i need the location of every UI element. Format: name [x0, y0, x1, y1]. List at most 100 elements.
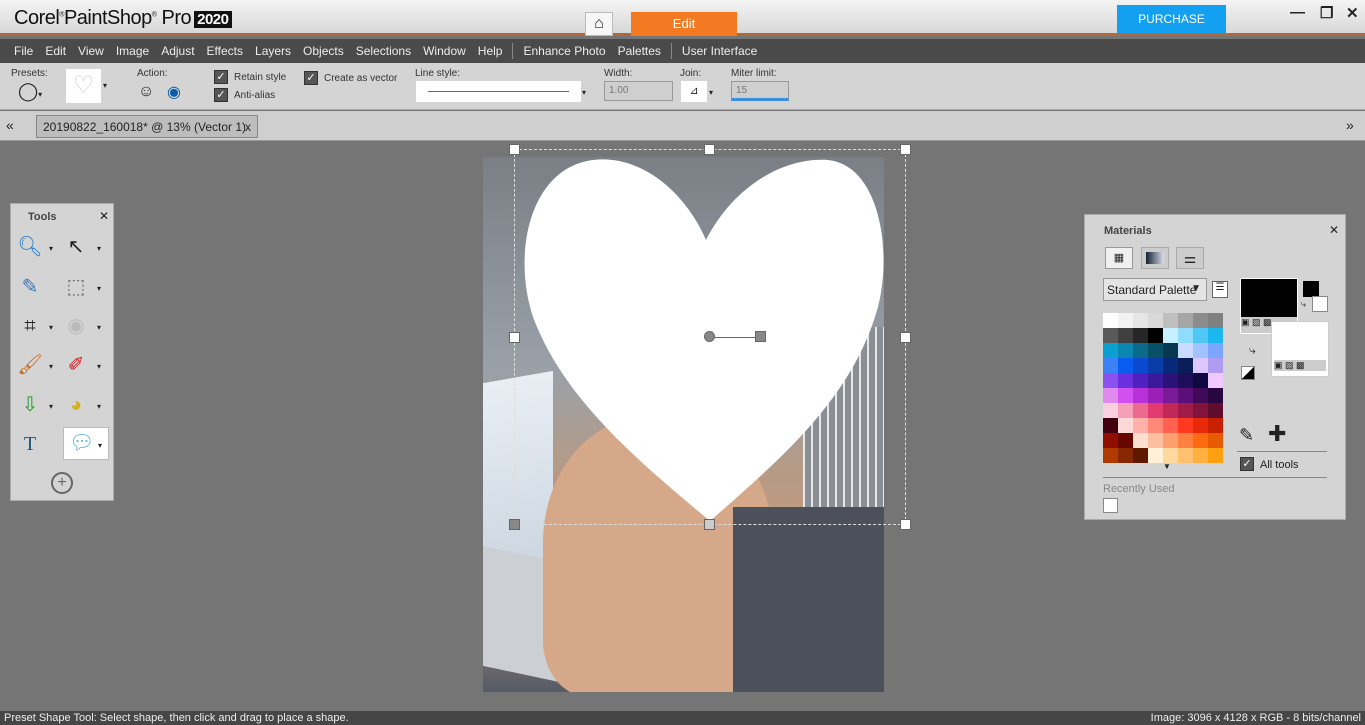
palette-swatch[interactable] — [1208, 343, 1223, 358]
palette-swatch[interactable] — [1148, 328, 1163, 343]
palette-swatch[interactable] — [1148, 388, 1163, 403]
palette-swatch[interactable] — [1103, 448, 1118, 463]
retain-style-checkbox[interactable]: ✓ — [214, 70, 228, 84]
anti-alias-checkbox[interactable]: ✓ — [214, 88, 228, 102]
palette-swatch[interactable] — [1133, 448, 1148, 463]
menu-file[interactable]: File — [14, 44, 33, 58]
palette-swatch[interactable] — [1118, 328, 1133, 343]
palette-scroll-down-icon[interactable]: ▼ — [1163, 462, 1171, 471]
palette-swatch[interactable] — [1178, 343, 1193, 358]
flood-fill-tool-icon[interactable]: ◕ — [63, 392, 89, 418]
palette-swatch[interactable] — [1118, 388, 1133, 403]
create-as-vector-checkbox[interactable]: ✓ — [304, 71, 318, 85]
purchase-button[interactable]: PURCHASE — [1117, 5, 1226, 33]
palette-swatch[interactable] — [1178, 373, 1193, 388]
palette-swatch[interactable] — [1103, 433, 1118, 448]
palette-swatch[interactable] — [1208, 328, 1223, 343]
palette-swatch[interactable] — [1208, 313, 1223, 328]
current-background-color[interactable] — [1312, 296, 1328, 312]
current-foreground-color[interactable] — [1303, 281, 1319, 297]
palette-swatch[interactable] — [1193, 343, 1208, 358]
paint-brush-tool-icon[interactable]: 🖌︎ — [17, 352, 43, 378]
clone-brush-tool-icon[interactable]: ⇩ — [17, 392, 43, 418]
palette-swatch[interactable] — [1163, 343, 1178, 358]
crop-tool-icon[interactable]: ⌗ — [17, 313, 43, 339]
palette-swatch[interactable] — [1193, 373, 1208, 388]
palette-swatch[interactable] — [1148, 358, 1163, 373]
eye-icon[interactable]: ◉ — [167, 82, 181, 102]
menu-help[interactable]: Help — [478, 44, 503, 58]
resize-handle[interactable] — [900, 144, 911, 155]
palette-swatch[interactable] — [1193, 358, 1208, 373]
width-stepper[interactable]: 1.00 — [604, 81, 673, 101]
palette-tab-icon[interactable]: ▦ — [1105, 247, 1133, 269]
dropdown-icon[interactable]: ▾ — [49, 244, 53, 253]
line-style-dropdown-icon[interactable]: ▾ — [582, 88, 586, 97]
palette-swatch[interactable] — [1133, 373, 1148, 388]
palette-swatch[interactable] — [1133, 358, 1148, 373]
palette-swatch[interactable] — [1148, 313, 1163, 328]
zoom-tool-icon[interactable]: 🔍︎ — [17, 234, 43, 260]
palette-swatch[interactable] — [1178, 313, 1193, 328]
palette-swatch[interactable] — [1103, 388, 1118, 403]
eyedropper-icon[interactable]: ✎ — [1239, 425, 1254, 446]
text-tool-icon[interactable]: T — [17, 431, 43, 457]
dropdown-icon[interactable]: ▾ — [49, 323, 53, 332]
menu-window[interactable]: Window — [423, 44, 466, 58]
palette-swatch[interactable] — [1148, 448, 1163, 463]
palette-swatch[interactable] — [1103, 343, 1118, 358]
palette-swatch[interactable] — [1193, 403, 1208, 418]
palette-swatch[interactable] — [1178, 328, 1193, 343]
background-color-swatch[interactable]: ▣ ▨ ▩ — [1271, 321, 1329, 377]
preset-shape-icon[interactable]: ◯▾ — [18, 81, 42, 102]
join-select[interactable]: ⊿ — [681, 81, 707, 102]
join-dropdown-icon[interactable]: ▾ — [709, 88, 713, 97]
palette-swatch[interactable] — [1148, 418, 1163, 433]
palette-swatch[interactable] — [1178, 418, 1193, 433]
resize-handle[interactable] — [509, 144, 520, 155]
red-eye-tool-icon[interactable]: ◉ — [63, 313, 89, 339]
shape-dropdown-icon[interactable]: ▾ — [103, 81, 107, 90]
palette-swatch[interactable] — [1118, 433, 1133, 448]
palette-swatch[interactable] — [1163, 373, 1178, 388]
palette-menu-icon[interactable]: ☰ — [1212, 281, 1228, 298]
resize-handle[interactable] — [900, 519, 911, 530]
menu-palettes[interactable]: Palettes — [618, 44, 661, 58]
palette-swatch[interactable] — [1118, 358, 1133, 373]
palette-swatch[interactable] — [1163, 388, 1178, 403]
palette-swatch[interactable] — [1118, 373, 1133, 388]
palette-swatch[interactable] — [1118, 343, 1133, 358]
palette-swatch[interactable] — [1208, 403, 1223, 418]
gradient-tab-icon[interactable] — [1141, 247, 1169, 269]
preset-shape-tool-button[interactable]: 💬︎ ▾ — [63, 427, 109, 460]
palette-swatch[interactable] — [1133, 433, 1148, 448]
menu-layers[interactable]: Layers — [255, 44, 291, 58]
palette-swatch[interactable] — [1148, 343, 1163, 358]
recent-color-swatch[interactable] — [1103, 498, 1118, 513]
reset-colors-icon[interactable] — [1241, 366, 1255, 380]
palette-swatch[interactable] — [1103, 373, 1118, 388]
palette-swatch[interactable] — [1178, 388, 1193, 403]
apply-mask-icon[interactable]: ☺ — [138, 83, 154, 101]
eraser-tool-icon[interactable]: ✐ — [63, 352, 89, 378]
dropdown-icon[interactable]: ▾ — [97, 362, 101, 371]
palette-swatch[interactable] — [1133, 343, 1148, 358]
palette-swatch[interactable] — [1193, 448, 1208, 463]
palette-swatch[interactable] — [1118, 448, 1133, 463]
menu-objects[interactable]: Objects — [303, 44, 344, 58]
palette-swatch[interactable] — [1208, 373, 1223, 388]
menu-view[interactable]: View — [78, 44, 104, 58]
swap-materials-icon[interactable]: ⤷ — [1249, 343, 1256, 358]
home-tab-button[interactable]: ⌂ — [585, 12, 613, 36]
document-tab[interactable]: 20190822_160018* @ 13% (Vector 1) x — [36, 115, 258, 138]
close-button[interactable]: ✕ — [1346, 4, 1359, 22]
resize-handle[interactable] — [900, 332, 911, 343]
palette-swatch[interactable] — [1208, 388, 1223, 403]
palette-swatch[interactable] — [1163, 448, 1178, 463]
minimize-button[interactable]: — — [1290, 4, 1305, 21]
menu-adjust[interactable]: Adjust — [161, 44, 194, 58]
rotation-handle[interactable] — [755, 331, 766, 342]
dropper-tool-icon[interactable]: ✎ — [17, 274, 43, 300]
palette-swatch[interactable] — [1133, 328, 1148, 343]
dropdown-icon[interactable]: ▾ — [49, 402, 53, 411]
